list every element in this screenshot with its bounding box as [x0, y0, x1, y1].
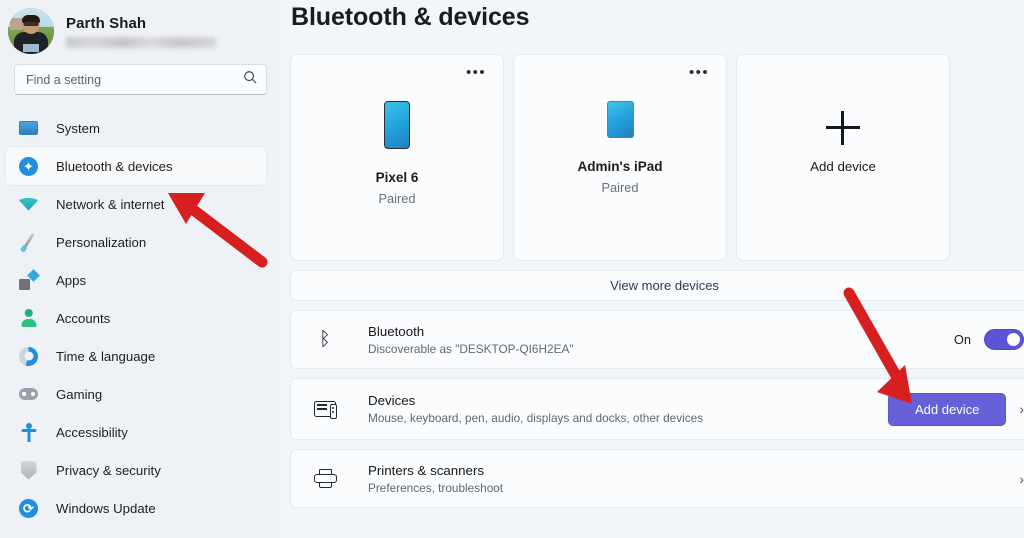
sidebar-item-label: Accounts [56, 310, 111, 326]
apps-icon [18, 268, 40, 291]
device-name: Pixel 6 [375, 170, 419, 185]
clock-icon [18, 346, 39, 367]
sidebar-item-time-language[interactable]: Time & language [6, 337, 266, 375]
user-avatar [8, 8, 54, 54]
wifi-icon [18, 194, 39, 215]
paintbrush-icon [18, 232, 39, 253]
sidebar-item-accounts[interactable]: Accounts [6, 299, 266, 337]
sidebar-nav: System ✦ Bluetooth & devices Network & i… [0, 109, 281, 527]
main-content: Bluetooth & devices ••• Pixel 6 Paired •… [281, 0, 1024, 538]
settings-window: Parth Shah System ✦ Bluetooth & devices [0, 0, 1024, 538]
plus-icon [826, 111, 860, 145]
device-cards: ••• Pixel 6 Paired ••• Admin's iPad Pair… [288, 54, 1024, 261]
row-title: Devices [368, 393, 416, 408]
search-input[interactable] [26, 72, 243, 87]
bluetooth-icon: ᛒ [319, 329, 331, 350]
device-card[interactable]: ••• Admin's iPad Paired [513, 54, 727, 261]
chevron-right-icon[interactable]: › [1019, 401, 1024, 417]
bluetooth-setting-row[interactable]: ᛒ Bluetooth Discoverable as "DESKTOP-QI6… [290, 310, 1024, 369]
sidebar-item-gaming[interactable]: Gaming [6, 375, 266, 413]
more-options-icon[interactable]: ••• [466, 65, 486, 80]
sidebar-item-label: Windows Update [56, 500, 156, 516]
search-box[interactable] [14, 64, 267, 95]
device-status: Paired [378, 191, 416, 206]
user-name: Parth Shah [66, 14, 147, 32]
update-icon: ⟳ [18, 498, 39, 519]
sidebar-item-system[interactable]: System [6, 109, 266, 147]
sidebar-item-label: Privacy & security [56, 462, 161, 478]
sidebar-item-network-internet[interactable]: Network & internet [6, 185, 266, 223]
monitor-icon [18, 118, 39, 139]
more-options-icon[interactable]: ••• [689, 65, 709, 80]
device-status: Paired [601, 180, 639, 195]
tablet-icon [606, 101, 634, 138]
phone-icon [384, 101, 410, 149]
sidebar-item-label: Personalization [56, 234, 147, 250]
sidebar-item-accessibility[interactable]: Accessibility [6, 413, 266, 451]
bluetooth-toggle-label: On [953, 332, 971, 347]
sidebar-item-apps[interactable]: Apps [6, 261, 266, 299]
sidebar-item-label: Gaming [56, 386, 103, 402]
printer-icon [312, 469, 338, 488]
bluetooth-toggle[interactable] [984, 329, 1024, 350]
row-subtitle: Preferences, troubleshoot [368, 480, 504, 495]
sidebar-item-label: Bluetooth & devices [56, 158, 173, 174]
devices-setting-row[interactable]: Devices Mouse, keyboard, pen, audio, dis… [290, 378, 1024, 440]
row-title: Bluetooth [368, 323, 425, 339]
view-more-devices-label: View more devices [610, 278, 719, 293]
sidebar-item-label: Accessibility [56, 424, 128, 440]
bluetooth-icon: ✦ [18, 156, 39, 177]
page-title: Bluetooth & devices [291, 3, 530, 31]
printers-scanners-setting-row[interactable]: Printers & scanners Preferences, trouble… [290, 449, 1024, 508]
sidebar-item-label: Network & internet [56, 196, 165, 212]
view-more-devices-button[interactable]: View more devices [290, 270, 1024, 301]
sidebar-item-label: Apps [56, 272, 87, 288]
user-profile[interactable]: Parth Shah [0, 0, 281, 62]
row-subtitle: Discoverable as "DESKTOP-QI6H2EA" [368, 341, 574, 356]
user-email-redacted [66, 36, 216, 48]
device-name: Admin's iPad [577, 159, 663, 174]
chevron-right-icon[interactable]: › [1019, 471, 1024, 487]
sidebar-item-label: Time & language [56, 348, 156, 364]
devices-icon [312, 401, 338, 419]
sidebar-item-personalization[interactable]: Personalization [6, 223, 266, 261]
row-title: Printers & scanners [368, 462, 485, 478]
device-card[interactable]: ••• Pixel 6 Paired [290, 54, 504, 261]
sidebar-item-windows-update[interactable]: ⟳ Windows Update [6, 489, 266, 527]
add-device-button[interactable]: Add device [888, 392, 1007, 426]
sidebar-item-bluetooth-devices[interactable]: ✦ Bluetooth & devices [6, 147, 266, 185]
accessibility-icon [18, 422, 39, 443]
sidebar: Parth Shah System ✦ Bluetooth & devices [0, 0, 281, 538]
add-device-card[interactable]: Add device [736, 54, 950, 261]
search-icon [243, 70, 257, 89]
person-icon [18, 308, 39, 329]
search-container [0, 64, 281, 95]
add-device-card-label: Add device [810, 159, 876, 174]
sidebar-item-label: System [56, 120, 100, 136]
gamepad-icon [18, 384, 39, 405]
sidebar-item-privacy-security[interactable]: Privacy & security [6, 451, 266, 489]
shield-icon [18, 460, 39, 481]
row-subtitle: Mouse, keyboard, pen, audio, displays an… [368, 411, 704, 425]
